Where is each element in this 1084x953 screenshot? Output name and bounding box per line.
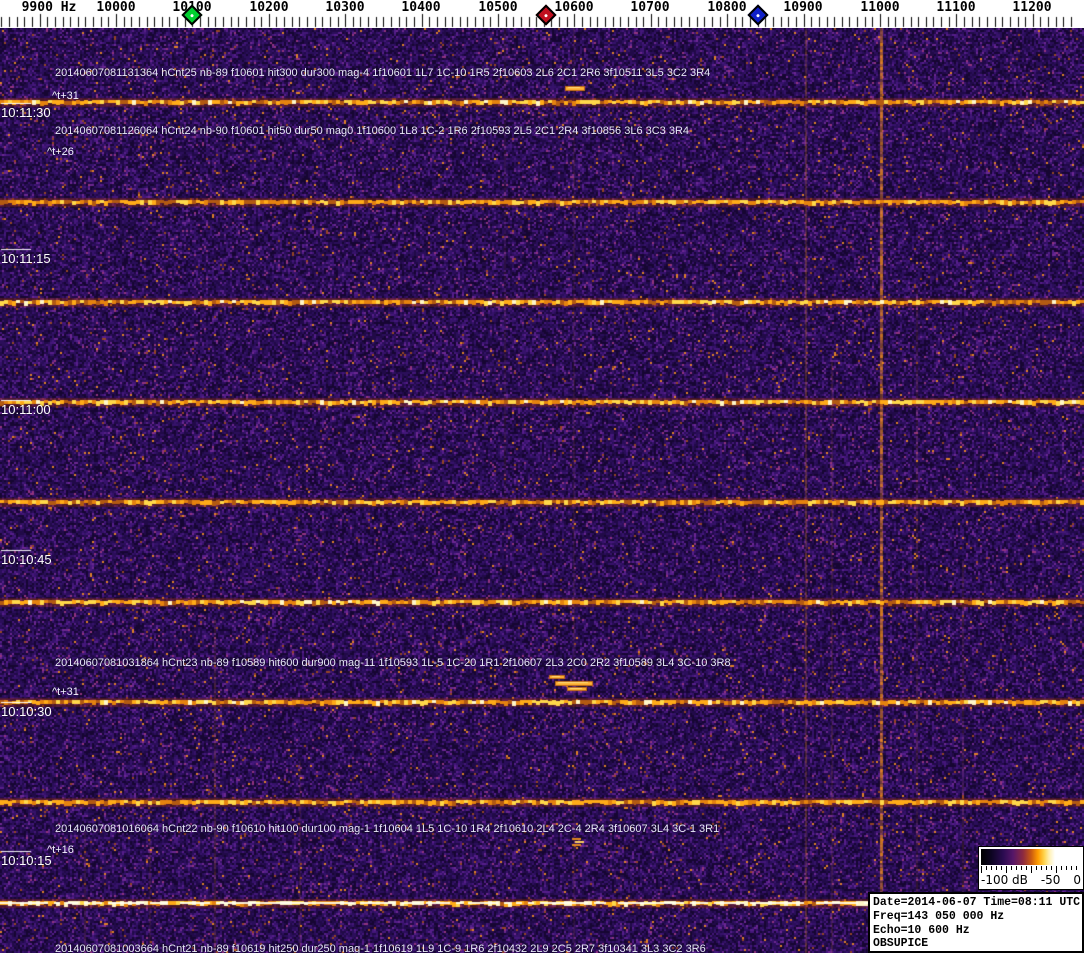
freq-tick-label: 10700 bbox=[630, 0, 670, 15]
db-label-max: 0 bbox=[1073, 873, 1081, 887]
status-info-box: Date=2014-06-07 Time=08:11 UTC Freq=143 … bbox=[868, 892, 1084, 953]
freq-tick-label: 11200 bbox=[1012, 0, 1052, 15]
spectrogram-display[interactable] bbox=[0, 28, 1084, 953]
db-color-gradient bbox=[981, 849, 1081, 865]
db-label-mid: -50 bbox=[1040, 873, 1061, 887]
freq-tick-label: 11000 bbox=[860, 0, 900, 15]
db-scale-labels: -100 dB -50 0 bbox=[981, 873, 1081, 887]
db-color-scale: -100 dB -50 0 bbox=[978, 846, 1084, 890]
freq-tick-label: 10300 bbox=[325, 0, 365, 15]
freq-tick-label: 10500 bbox=[478, 0, 518, 15]
info-line-date-time: Date=2014-06-07 Time=08:11 UTC bbox=[873, 896, 1081, 909]
freq-tick-label: 9900 Hz bbox=[21, 0, 77, 15]
meteor-spectrogram-app: 9900 Hz100001010010200103001040010500106… bbox=[0, 0, 1084, 953]
info-line-observatory: OBSUPICE bbox=[873, 937, 929, 951]
freq-tick-label: 10400 bbox=[401, 0, 441, 15]
freq-tick-label: 10800 bbox=[707, 0, 747, 15]
db-scale-ticks bbox=[981, 866, 1081, 873]
info-line-echo: Echo=10 600 Hz bbox=[873, 923, 970, 937]
frequency-ruler: 9900 Hz100001010010200103001040010500106… bbox=[0, 0, 1084, 28]
freq-tick-label: 10600 bbox=[554, 0, 594, 15]
db-label-min: -100 dB bbox=[981, 873, 1028, 887]
freq-tick-label: 10000 bbox=[96, 0, 136, 15]
freq-tick-label: 11100 bbox=[936, 0, 976, 15]
info-line-freq: Freq=143 050 000 Hz bbox=[873, 909, 1005, 923]
freq-tick-label: 10900 bbox=[783, 0, 823, 15]
freq-tick-label: 10200 bbox=[249, 0, 289, 15]
